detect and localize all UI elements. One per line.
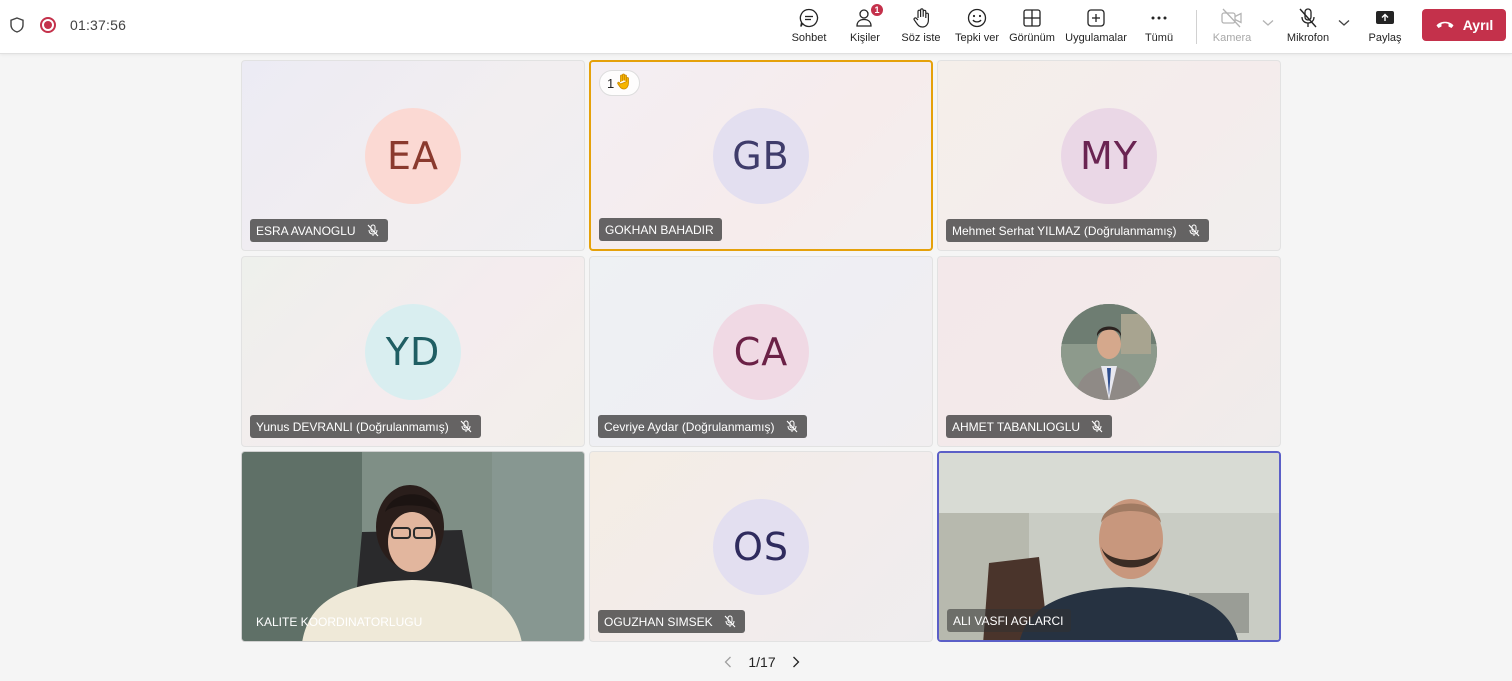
people-count-badge: 1	[870, 3, 884, 17]
raised-hand-icon	[616, 73, 632, 93]
recording-icon	[40, 17, 56, 33]
raise-hand-label: Söz iste	[901, 32, 941, 44]
avatar: YD	[365, 303, 461, 400]
page-indicator: 1/17	[748, 654, 776, 670]
raised-hand-count: 1	[607, 75, 615, 91]
microphone-options-chevron-icon[interactable]	[1337, 16, 1351, 30]
people-button[interactable]: 1 Kişiler	[846, 3, 884, 48]
shield-icon[interactable]	[10, 16, 26, 34]
participant-name: OGUZHAN SIMSEK	[604, 614, 713, 629]
share-label: Paylaş	[1368, 32, 1402, 44]
react-label: Tepki ver	[954, 32, 1000, 44]
participant-name: KALITE KOORDINATORLUGU	[256, 614, 423, 629]
raised-hand-indicator: 1	[599, 70, 641, 96]
apps-label: Uygulamalar	[1065, 32, 1127, 44]
meeting-timer: 01:37:56	[70, 17, 127, 33]
participant-name-tag: ESRA AVANOGLU	[250, 219, 388, 242]
avatar: CA	[713, 303, 809, 400]
participant-tile[interactable]: OS OGUZHAN SIMSEK	[589, 451, 933, 642]
raise-hand-button[interactable]: Söz iste	[900, 6, 942, 48]
leave-button[interactable]: Ayrıl	[1422, 9, 1506, 41]
participant-name: GOKHAN BAHADIR	[605, 222, 714, 237]
participant-name-tag: AHMET TABANLIOGLU	[946, 415, 1113, 438]
more-button[interactable]: Tümü	[1142, 6, 1176, 48]
participant-tile[interactable]: AHMET TABANLIOGLU	[937, 256, 1281, 447]
people-icon: 1	[853, 3, 884, 30]
chat-button[interactable]: Sohbet	[789, 6, 829, 48]
view-label: Görünüm	[1009, 32, 1055, 44]
participant-tile[interactable]: KALITE KOORDINATORLUGU	[241, 451, 585, 642]
participant-name: Mehmet Serhat YILMAZ (Doğrulanmamış)	[952, 223, 1177, 238]
participant-tile[interactable]: MY Mehmet Serhat YILMAZ (Doğrulanmamış)	[937, 60, 1281, 251]
toolbar-divider	[1196, 10, 1197, 44]
raise-hand-icon	[909, 6, 933, 30]
pagination: 1/17	[722, 652, 802, 672]
meeting-status: 01:37:56	[10, 14, 126, 36]
participant-name-tag: OGUZHAN SIMSEK	[598, 610, 745, 633]
participant-tile[interactable]: CA Cevriye Aydar (Doğrulanmamış)	[589, 256, 933, 447]
participant-name: Cevriye Aydar (Doğrulanmamış)	[604, 419, 775, 434]
participant-name-tag: GOKHAN BAHADIR	[599, 218, 722, 241]
camera-label: Kamera	[1212, 32, 1252, 44]
participant-tile[interactable]: 1 GB GOKHAN BAHADIR	[589, 60, 933, 251]
mic-off-icon	[366, 224, 380, 238]
mic-off-icon	[1296, 6, 1320, 30]
avatar	[1061, 303, 1157, 400]
hang-up-icon	[1435, 17, 1455, 33]
participant-name: Yunus DEVRANLI (Doğrulanmamış)	[256, 419, 449, 434]
mic-off-icon	[1090, 420, 1104, 434]
share-button[interactable]: Paylaş	[1366, 6, 1404, 48]
meeting-toolbar: 01:37:56 Sohbet 1 Kişiler Söz iste Tepki…	[0, 0, 1512, 54]
profile-photo	[1061, 303, 1157, 400]
more-icon	[1147, 6, 1171, 30]
leave-label: Ayrıl	[1462, 17, 1494, 33]
microphone-button[interactable]: Mikrofon	[1284, 6, 1332, 48]
participant-name: AHMET TABANLIOGLU	[952, 419, 1081, 434]
chat-label: Sohbet	[791, 32, 827, 44]
participant-name: ESRA AVANOGLU	[256, 223, 356, 238]
mic-off-icon	[1187, 224, 1201, 238]
participant-tile[interactable]: EA ESRA AVANOGLU	[241, 60, 585, 251]
add-app-icon	[1084, 6, 1108, 30]
microphone-label: Mikrofon	[1286, 32, 1330, 44]
participant-name-tag: Mehmet Serhat YILMAZ (Doğrulanmamış)	[946, 219, 1209, 242]
previous-page-chevron-icon[interactable]	[722, 655, 734, 669]
participant-name: ALI VASFI AGLARCI	[953, 613, 1064, 628]
participant-name-tag: Yunus DEVRANLI (Doğrulanmamış)	[250, 415, 481, 438]
participant-tile[interactable]: YD Yunus DEVRANLI (Doğrulanmamış)	[241, 256, 585, 447]
people-label: Kişiler	[850, 32, 880, 44]
grid-view-icon	[1020, 6, 1044, 30]
emoji-icon	[965, 6, 989, 30]
participant-name-tag: Cevriye Aydar (Doğrulanmamış)	[598, 415, 807, 438]
camera-button[interactable]: Kamera	[1212, 6, 1252, 48]
view-button[interactable]: Görünüm	[1008, 6, 1056, 48]
mic-off-icon	[785, 420, 799, 434]
mic-off-icon	[459, 420, 473, 434]
react-button[interactable]: Tepki ver	[954, 6, 1000, 48]
share-screen-icon	[1373, 6, 1397, 30]
participant-tile[interactable]: ALI VASFI AGLARCI	[937, 451, 1281, 642]
avatar: GB	[713, 107, 809, 204]
participant-name-tag: KALITE KOORDINATORLUGU	[250, 610, 430, 633]
avatar: MY	[1061, 107, 1157, 204]
next-page-chevron-icon[interactable]	[790, 655, 802, 669]
chat-icon	[797, 6, 821, 30]
camera-options-chevron-icon[interactable]	[1261, 16, 1275, 30]
participant-name-tag: ALI VASFI AGLARCI	[947, 609, 1072, 632]
camera-off-icon	[1220, 6, 1244, 30]
more-label: Tümü	[1144, 32, 1174, 44]
avatar: EA	[365, 107, 461, 204]
avatar: OS	[713, 498, 809, 595]
apps-button[interactable]: Uygulamalar	[1064, 6, 1128, 48]
mic-off-icon	[723, 615, 737, 629]
